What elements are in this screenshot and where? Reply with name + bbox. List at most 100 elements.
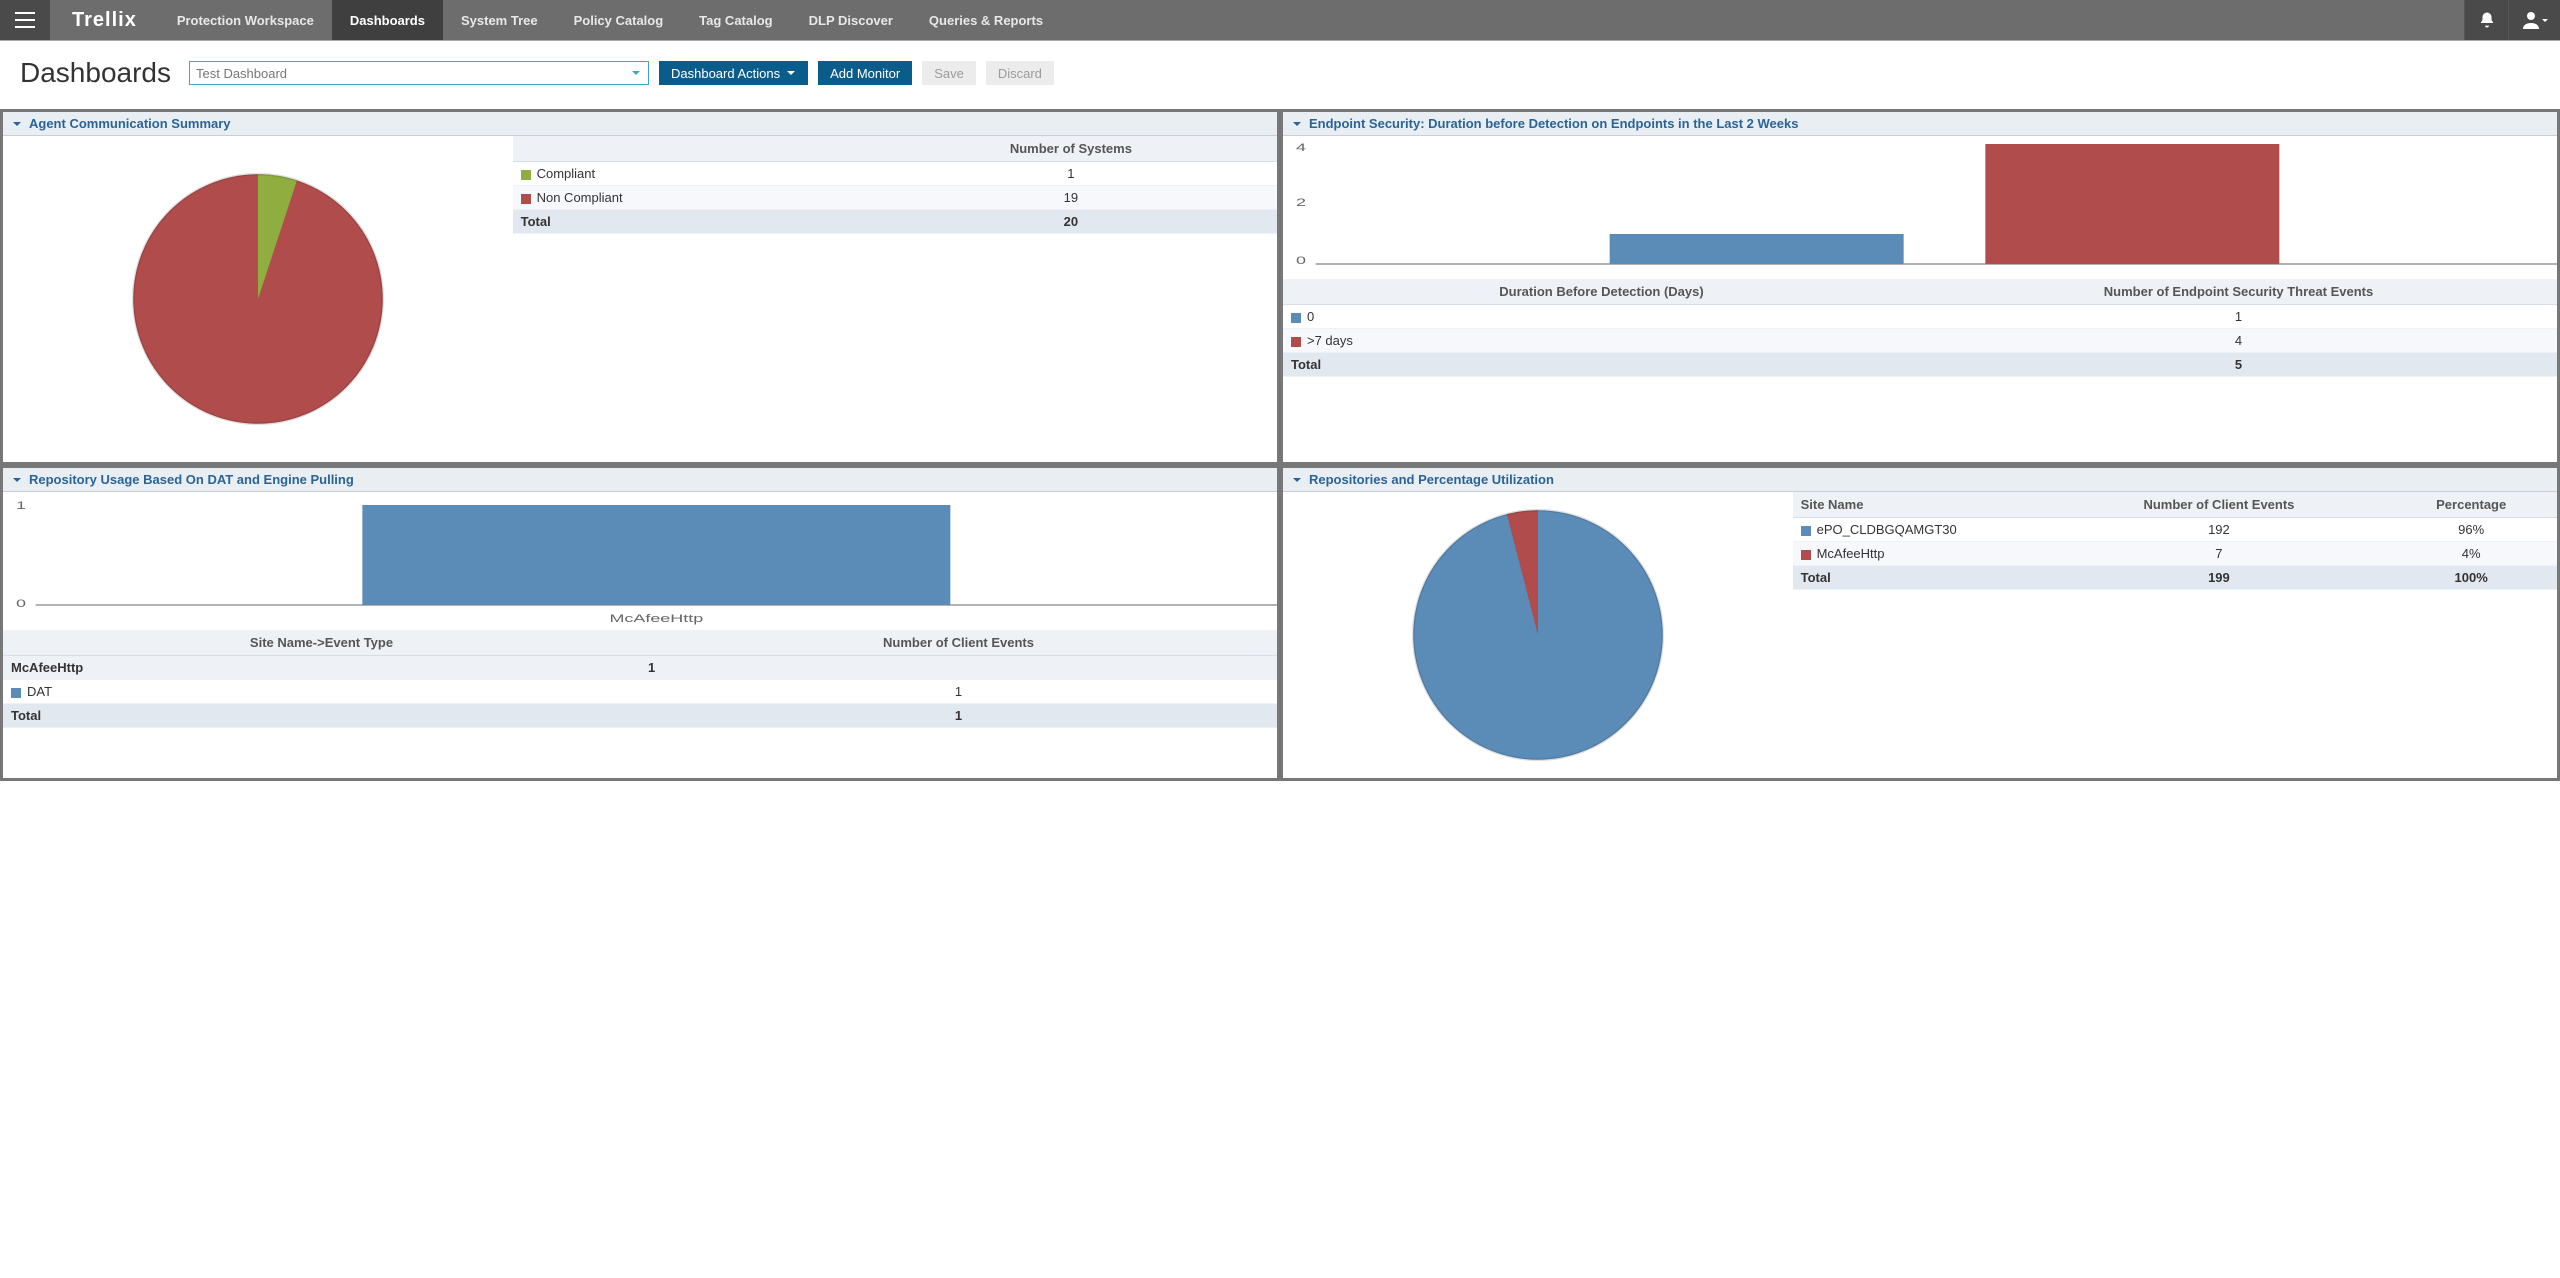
col-header: Site Name->Event Type (3, 630, 640, 656)
brand-logo: Trellix (50, 9, 159, 32)
legend-swatch (1801, 526, 1811, 536)
agent-table: Number of Systems Compliant 1 Non Compli… (513, 136, 1277, 234)
panel-header[interactable]: Endpoint Security: Duration before Detec… (1283, 112, 2557, 136)
chevron-down-icon (11, 118, 23, 130)
chevron-down-icon (630, 67, 642, 79)
save-button: Save (922, 61, 976, 85)
table-total-row: Total 20 (513, 210, 1277, 234)
nav-policy-catalog[interactable]: Policy Catalog (556, 0, 682, 40)
row-value: 7 (2052, 542, 2385, 566)
row-value: 19 (865, 186, 1277, 210)
chevron-down-icon (786, 68, 796, 78)
legend-swatch (521, 194, 531, 204)
bar-chart: 4 2 0 (1283, 136, 2557, 276)
col-header: Site Name (1793, 492, 2053, 518)
detection-table: Duration Before Detection (Days) Number … (1283, 279, 2557, 377)
panel-header[interactable]: Repository Usage Based On DAT and Engine… (3, 468, 1277, 492)
dashboard-select-value: Test Dashboard (196, 66, 287, 81)
row-pct: 4% (2385, 542, 2557, 566)
row-label: ePO_CLDBGQAMGT30 (1817, 522, 1957, 537)
repo-pct-table: Site Name Number of Client Events Percen… (1793, 492, 2557, 590)
chevron-down-icon (2542, 19, 2548, 22)
panel-header[interactable]: Repositories and Percentage Utilization (1283, 468, 2557, 492)
legend-swatch (11, 688, 21, 698)
panel-title: Endpoint Security: Duration before Detec… (1309, 116, 1798, 131)
row-value: 1 (865, 162, 1277, 186)
panel-header[interactable]: Agent Communication Summary (3, 112, 1277, 136)
hamburger-icon (15, 12, 35, 28)
row-value: 4 (1920, 329, 2557, 353)
row-label: 0 (1307, 309, 1314, 324)
svg-text:0: 0 (1296, 255, 1306, 267)
pie-chart (1408, 505, 1668, 765)
bar-chart: 1 0 McAfeeHttp (3, 492, 1277, 627)
legend-swatch (1291, 313, 1301, 323)
row-pct: 96% (2385, 518, 2557, 542)
table-row[interactable]: ePO_CLDBGQAMGT30 192 96% (1793, 518, 2557, 542)
row-label: >7 days (1307, 333, 1353, 348)
panel-repo-pct: Repositories and Percentage Utilization … (1283, 468, 2557, 778)
col-header: Number of Client Events (2052, 492, 2385, 518)
nav-dlp-discover[interactable]: DLP Discover (791, 0, 911, 40)
row-value: 192 (2052, 518, 2385, 542)
dashboard-actions-label: Dashboard Actions (671, 66, 780, 81)
row-label: Compliant (537, 166, 596, 181)
table-total-row: Total 5 (1283, 353, 2557, 377)
row-value: 1 (640, 680, 1277, 704)
table-group-row[interactable]: McAfeeHttp 1 (3, 656, 1277, 680)
notifications-button[interactable] (2464, 0, 2508, 40)
row-label: Non Compliant (537, 190, 623, 205)
svg-text:McAfeeHttp: McAfeeHttp (609, 613, 703, 625)
nav-system-tree[interactable]: System Tree (443, 0, 556, 40)
svg-text:4: 4 (1296, 142, 1306, 154)
menu-button[interactable] (0, 0, 50, 40)
legend-swatch (521, 170, 531, 180)
add-monitor-button[interactable]: Add Monitor (818, 61, 912, 85)
main-nav: Protection Workspace Dashboards System T… (159, 0, 1061, 40)
row-label: McAfeeHttp (1817, 546, 1885, 561)
user-menu-button[interactable] (2508, 0, 2560, 40)
svg-text:2: 2 (1296, 197, 1306, 209)
panel-repo-usage: Repository Usage Based On DAT and Engine… (3, 468, 1277, 778)
nav-dashboards[interactable]: Dashboards (332, 0, 443, 40)
row-value: 1 (1920, 305, 2557, 329)
nav-tag-catalog[interactable]: Tag Catalog (681, 0, 790, 40)
table-row[interactable]: 0 1 (1283, 305, 2557, 329)
panel-title: Repositories and Percentage Utilization (1309, 472, 1554, 487)
pie-chart (128, 169, 388, 429)
page-title: Dashboards (20, 57, 171, 89)
table-total-row: Total 1 (3, 704, 1277, 728)
chevron-down-icon (1291, 118, 1303, 130)
legend-swatch (1801, 550, 1811, 560)
dashboard-grid: Agent Communication Summary Number of Sy… (0, 109, 2560, 781)
user-icon (2522, 11, 2548, 29)
topbar: Trellix Protection Workspace Dashboards … (0, 0, 2560, 40)
row-label: DAT (27, 684, 52, 699)
dashboard-select[interactable]: Test Dashboard (189, 61, 649, 85)
table-row[interactable]: Compliant 1 (513, 162, 1277, 186)
col-header: Number of Endpoint Security Threat Event… (1920, 279, 2557, 305)
table-row[interactable]: >7 days 4 (1283, 329, 2557, 353)
bell-icon (2478, 11, 2496, 29)
col-header: Percentage (2385, 492, 2557, 518)
table-total-row: Total 199 100% (1793, 566, 2557, 590)
dashboard-actions-button[interactable]: Dashboard Actions (659, 61, 808, 85)
discard-button: Discard (986, 61, 1054, 85)
panel-title: Repository Usage Based On DAT and Engine… (29, 472, 354, 487)
svg-text:0: 0 (16, 598, 26, 610)
table-row[interactable]: McAfeeHttp 7 4% (1793, 542, 2557, 566)
table-row[interactable]: DAT 1 (3, 680, 1277, 704)
panel-title: Agent Communication Summary (29, 116, 231, 131)
panel-agent-communication: Agent Communication Summary Number of Sy… (3, 112, 1277, 462)
table-row[interactable]: Non Compliant 19 (513, 186, 1277, 210)
nav-protection-workspace[interactable]: Protection Workspace (159, 0, 332, 40)
col-header: Number of Client Events (640, 630, 1277, 656)
col-header: Number of Systems (865, 136, 1277, 162)
nav-queries-reports[interactable]: Queries & Reports (911, 0, 1061, 40)
action-bar: Dashboards Test Dashboard Dashboard Acti… (0, 41, 2560, 109)
repo-usage-table: Site Name->Event Type Number of Client E… (3, 630, 1277, 728)
svg-text:1: 1 (16, 500, 26, 512)
legend-swatch (1291, 337, 1301, 347)
topbar-right (2464, 0, 2560, 40)
chevron-down-icon (1291, 474, 1303, 486)
